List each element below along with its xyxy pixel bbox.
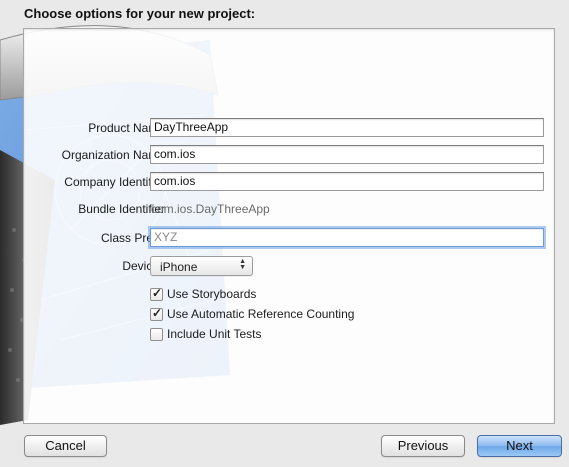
organization-name-row: Organization Name	[24, 145, 554, 165]
bundle-identifier-row: Bundle Identifier com.ios.DayThreeApp	[24, 199, 554, 219]
use-arc-checkbox[interactable]: ✓ Use Automatic Reference Counting	[150, 306, 390, 323]
use-storyboards-checkbox[interactable]: ✓ Use Storyboards	[150, 286, 390, 303]
checkmark-icon: ✓	[152, 306, 163, 320]
devices-row: Devices iPhone ▲ ▼	[24, 256, 554, 276]
checkbox-box[interactable]: ✓	[150, 286, 163, 301]
use-storyboards-label: Use Storyboards	[167, 287, 257, 301]
dialog-title: Choose options for your new project:	[24, 6, 256, 21]
project-options-panel: Product Name Organization Name Company I…	[23, 28, 555, 424]
class-prefix-field[interactable]	[150, 228, 544, 247]
product-name-field[interactable]	[150, 118, 544, 137]
previous-button[interactable]: Previous	[381, 435, 465, 457]
organization-name-field[interactable]	[150, 145, 544, 164]
checkmark-icon: ✓	[152, 286, 163, 300]
product-name-row: Product Name	[24, 118, 554, 138]
class-prefix-row: Class Prefix	[24, 228, 554, 248]
company-identifier-field[interactable]	[150, 172, 544, 191]
popup-arrows-icon: ▲ ▼	[239, 258, 246, 271]
checkbox-box[interactable]: ✓	[150, 306, 163, 321]
devices-popup[interactable]: iPhone ▲ ▼	[150, 256, 253, 276]
bundle-identifier-value: com.ios.DayThreeApp	[151, 202, 270, 216]
devices-selected-value: iPhone	[160, 260, 198, 274]
company-identifier-row: Company Identifier	[24, 172, 554, 192]
checkbox-box[interactable]	[150, 328, 163, 341]
use-arc-label: Use Automatic Reference Counting	[167, 307, 355, 321]
include-unit-tests-checkbox[interactable]: Include Unit Tests	[150, 327, 390, 343]
next-button[interactable]: Next	[477, 435, 562, 457]
include-unit-tests-label: Include Unit Tests	[167, 327, 262, 341]
cancel-button[interactable]: Cancel	[24, 435, 107, 457]
